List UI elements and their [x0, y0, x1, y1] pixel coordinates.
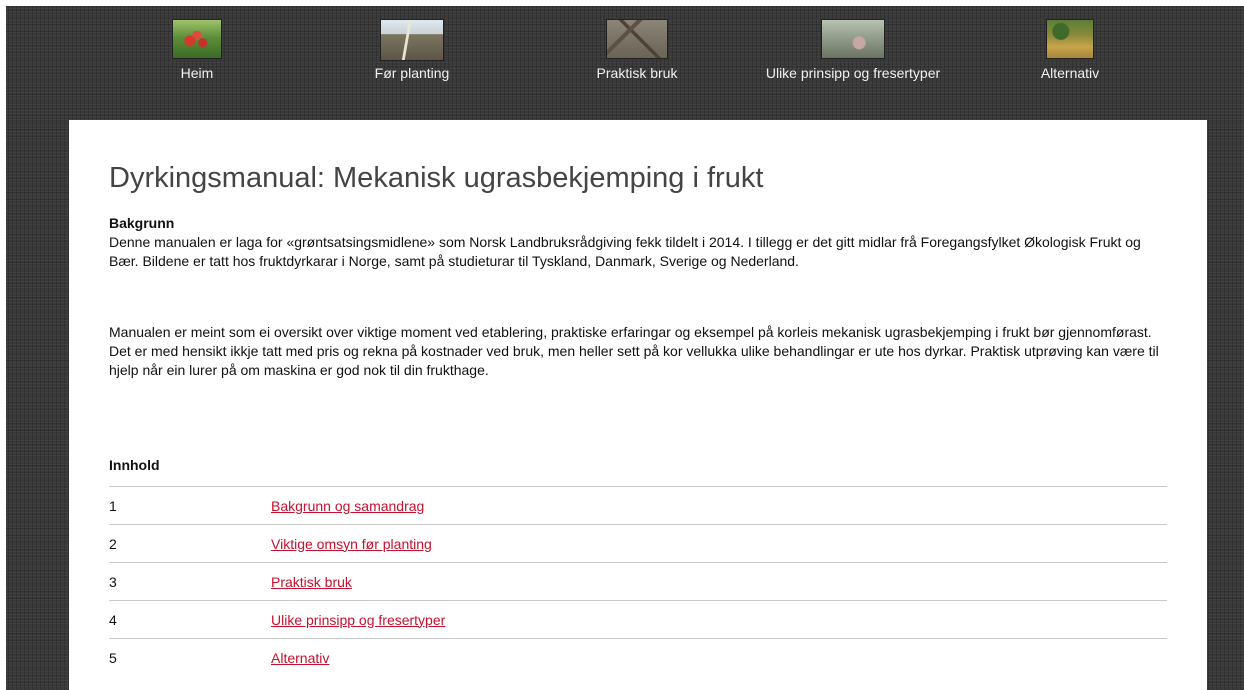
toc-link-alternativ[interactable]: Alternativ: [271, 650, 329, 666]
window-top-edge: [0, 0, 1244, 6]
section-heading-bakgrunn: Bakgrunn: [109, 215, 175, 231]
toc-link-bakgrunn[interactable]: Bakgrunn og samandrag: [271, 498, 424, 514]
nav-thumbnail-grass[interactable]: [1046, 19, 1094, 59]
nav-item-alternativ[interactable]: Alternativ: [1030, 19, 1110, 81]
toc-number: 4: [109, 600, 271, 639]
nav-label-ulike-prinsipp[interactable]: Ulike prinsipp og fresertyper: [753, 65, 953, 81]
toc-number: 2: [109, 524, 271, 563]
table-row: 4 Ulike prinsipp og fresertyper: [109, 600, 1167, 639]
toc-link-ulike-prinsipp[interactable]: Ulike prinsipp og fresertyper: [271, 612, 445, 628]
toc-heading: Innhold: [109, 457, 160, 473]
intro-paragraph: Denne manualen er laga for «grøntsatsing…: [109, 234, 1141, 269]
toc-cell: Viktige omsyn før planting: [271, 524, 1167, 563]
nav-label-for-planting[interactable]: Før planting: [362, 65, 462, 81]
toc-cell: Bakgrunn og samandrag: [271, 486, 1167, 525]
purpose-paragraph: Manualen er meint som ei oversikt over v…: [109, 324, 1159, 378]
content-panel: Dyrkingsmanual: Mekanisk ugrasbekjemping…: [69, 120, 1207, 690]
toc-table: 1 Bakgrunn og samandrag 2 Viktige omsyn …: [109, 486, 1167, 676]
nav-label-alternativ[interactable]: Alternativ: [1030, 65, 1110, 81]
toc-number: 3: [109, 562, 271, 601]
toc-number: 5: [109, 638, 271, 676]
toc-cell: Ulike prinsipp og fresertyper: [271, 600, 1167, 639]
table-row: 5 Alternativ: [109, 638, 1167, 676]
toc-number: 1: [109, 486, 271, 525]
window-left-edge: [0, 0, 6, 690]
nav-label-heim[interactable]: Heim: [152, 65, 242, 81]
nav-item-heim[interactable]: Heim: [172, 19, 222, 81]
page-title: Dyrkingsmanual: Mekanisk ugrasbekjemping…: [109, 162, 764, 194]
nav-label-praktisk-bruk[interactable]: Praktisk bruk: [587, 65, 687, 81]
nav-thumbnail-machine[interactable]: [821, 19, 885, 59]
nav-item-for-planting[interactable]: Før planting: [362, 19, 462, 81]
main-navigation: Heim Før planting Praktisk bruk Ulike pr…: [0, 19, 1244, 99]
table-row: 2 Viktige omsyn før planting: [109, 524, 1167, 563]
nav-thumbnail-field[interactable]: [380, 19, 444, 61]
nav-item-ulike-prinsipp[interactable]: Ulike prinsipp og fresertyper: [753, 19, 953, 81]
nav-item-praktisk-bruk[interactable]: Praktisk bruk: [587, 19, 687, 81]
nav-thumbnail-soil[interactable]: [606, 19, 668, 59]
table-row: 1 Bakgrunn og samandrag: [109, 486, 1167, 525]
table-row: 3 Praktisk bruk: [109, 562, 1167, 601]
toc-link-praktisk-bruk[interactable]: Praktisk bruk: [271, 574, 352, 590]
toc-cell: Alternativ: [271, 638, 1167, 676]
toc-cell: Praktisk bruk: [271, 562, 1167, 601]
toc-link-viktige-omsyn[interactable]: Viktige omsyn før planting: [271, 536, 432, 552]
nav-thumbnail-apples[interactable]: [172, 19, 222, 59]
